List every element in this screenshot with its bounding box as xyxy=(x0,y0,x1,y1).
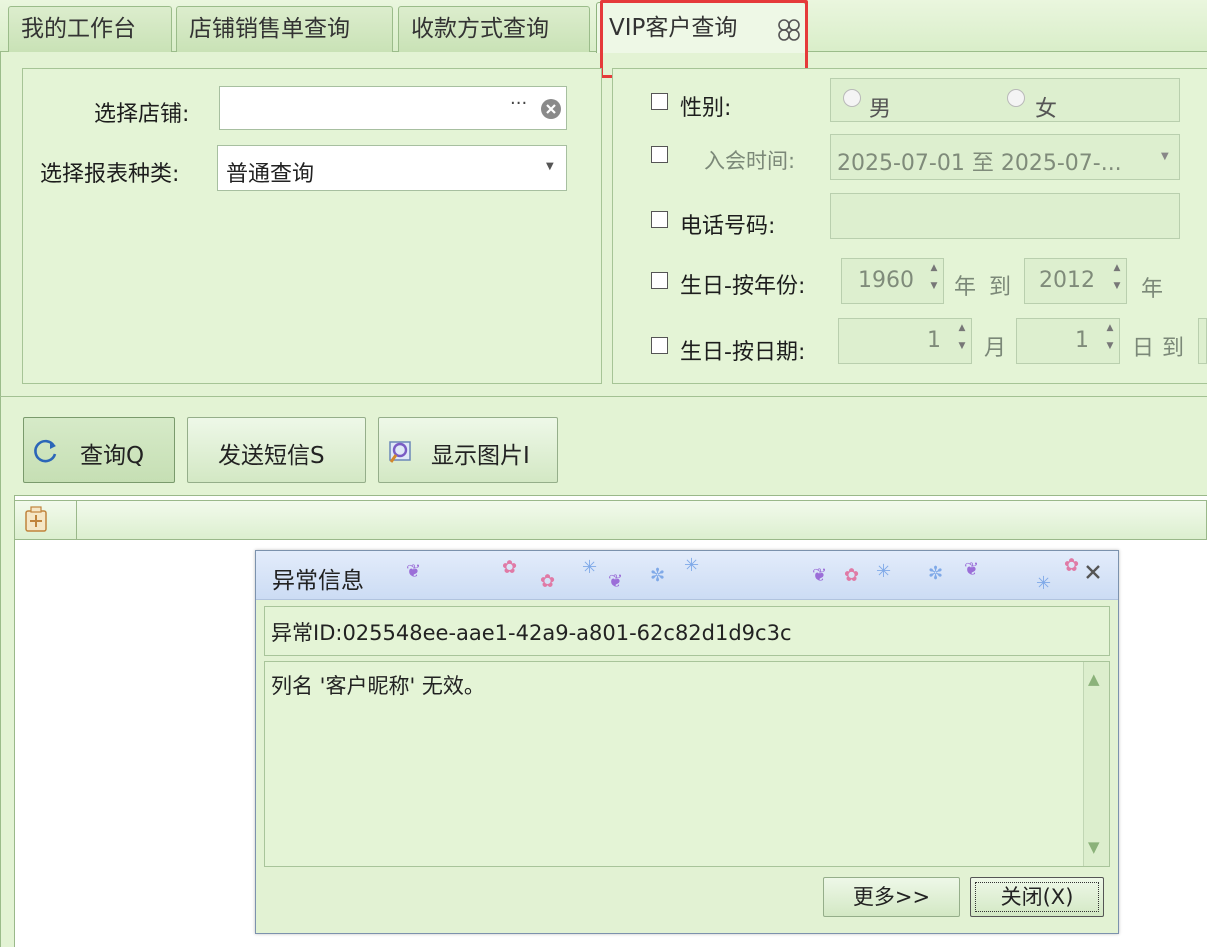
birth-year-checkbox[interactable] xyxy=(651,272,668,289)
birth-date-to-spinner[interactable] xyxy=(1198,318,1207,364)
butterfly-decoration-icon: ❦ xyxy=(406,561,422,582)
vertical-scrollbar[interactable]: ▲ ▼ xyxy=(1083,662,1109,866)
refresh-icon xyxy=(32,437,60,471)
year-unit-label: 年 xyxy=(954,275,977,300)
browse-ellipsis-icon[interactable]: ··· xyxy=(510,93,527,114)
report-type-select[interactable]: 普通查询 ▼ xyxy=(217,145,567,191)
tab-vip-customer-query[interactable]: VIP客户查询 xyxy=(596,2,806,53)
report-type-value: 普通查询 xyxy=(226,162,315,187)
gender-female-label: 女 xyxy=(1035,97,1058,122)
birth-month-value: 1 xyxy=(927,328,941,353)
grid-header xyxy=(14,500,1207,540)
sparkle-decoration-icon: ✳ xyxy=(582,557,598,578)
query-button[interactable]: 查询Q xyxy=(23,417,175,483)
join-date-range[interactable]: 2025-07-01 至 2025-07-... ▼ xyxy=(830,134,1180,180)
dialog-title-bar[interactable]: 异常信息 ❦ ✿ ✿ ✳ ❦ ✼ ✳ ❦ ✿ ✳ ✼ ❦ ✳ ✿ xyxy=(256,551,1118,600)
gender-male-radio[interactable] xyxy=(843,89,861,107)
dialog-title: 异常信息 xyxy=(272,568,364,594)
send-sms-label: 发送短信S xyxy=(218,443,325,469)
clear-icon[interactable] xyxy=(540,98,562,126)
flower-decoration-icon: ✿ xyxy=(540,571,556,592)
to-label: 到 xyxy=(1162,336,1185,361)
year-unit-label: 年 xyxy=(1141,277,1164,302)
month-unit-label: 月 xyxy=(984,336,1007,361)
gender-female-radio[interactable] xyxy=(1007,89,1025,107)
error-id-value: 异常ID:025548ee-aae1-42a9-a801-62c82d1d9c3… xyxy=(271,621,792,645)
error-id-field[interactable]: 异常ID:025548ee-aae1-42a9-a801-62c82d1d9c3… xyxy=(264,606,1110,656)
day-unit-label: 日 xyxy=(1132,336,1155,361)
tab-payment-method-query[interactable]: 收款方式查询 xyxy=(398,6,590,52)
dropdown-arrow-icon[interactable]: ▼ xyxy=(546,161,554,172)
birth-year-label: 生日-按年份: xyxy=(680,274,806,299)
more-button[interactable]: 更多>> xyxy=(823,877,960,917)
spinner-arrows-icon[interactable]: ▲ ▼ xyxy=(1108,259,1126,303)
close-button[interactable]: 关闭(X) xyxy=(970,877,1104,917)
butterfly-decoration-icon: ❦ xyxy=(608,571,624,592)
error-message: 列名 '客户昵称' 无效。 xyxy=(271,674,485,698)
spinner-arrows-icon[interactable]: ▲ ▼ xyxy=(1101,319,1119,363)
gender-label: 性别: xyxy=(680,96,732,121)
flower-decoration-icon: ✿ xyxy=(1064,555,1080,576)
to-label: 到 xyxy=(989,275,1012,300)
phone-label: 电话号码: xyxy=(680,214,776,239)
flower-decoration-icon: ✿ xyxy=(844,565,860,586)
tab-strip: 我的工作台 店铺销售单查询 收款方式查询 VIP客户查询 xyxy=(0,0,1207,53)
show-image-button[interactable]: 显示图片I xyxy=(378,417,558,483)
sparkle-decoration-icon: ✳ xyxy=(876,561,892,582)
spinner-arrows-icon[interactable]: ▲ ▼ xyxy=(953,319,971,363)
flower-decoration-icon: ✿ xyxy=(502,557,518,578)
tab-label: VIP客户查询 xyxy=(609,15,738,41)
phone-input[interactable] xyxy=(830,193,1180,239)
report-type-label: 选择报表种类: xyxy=(40,162,180,187)
store-label: 选择店铺: xyxy=(94,102,190,127)
butterfly-decoration-icon: ❦ xyxy=(964,559,980,580)
dropdown-arrow-icon[interactable]: ▼ xyxy=(1161,151,1169,162)
gender-checkbox[interactable] xyxy=(651,93,668,110)
birth-month-spinner[interactable]: 1 ▲ ▼ xyxy=(838,318,972,364)
join-date-label: 入会时间: xyxy=(704,149,796,173)
scroll-down-icon[interactable]: ▼ xyxy=(1088,838,1100,856)
sparkle-decoration-icon: ✳ xyxy=(684,555,700,576)
send-sms-button[interactable]: 发送短信S xyxy=(187,417,366,483)
scroll-up-icon[interactable]: ▲ xyxy=(1088,670,1100,688)
birth-day-spinner[interactable]: 1 ▲ ▼ xyxy=(1016,318,1120,364)
birth-date-label: 生日-按日期: xyxy=(680,340,806,365)
gender-radio-group: 男 女 xyxy=(830,78,1180,122)
tab-close-icon[interactable] xyxy=(775,3,805,53)
sparkle-decoration-icon: ✳ xyxy=(1036,573,1052,594)
query-button-label: 查询Q xyxy=(80,443,145,469)
birth-day-value: 1 xyxy=(1075,328,1089,353)
butterfly-decoration-icon: ❦ xyxy=(812,565,828,586)
grid-corner xyxy=(15,501,77,539)
phone-checkbox[interactable] xyxy=(651,211,668,228)
image-search-icon xyxy=(387,438,415,472)
show-image-label: 显示图片I xyxy=(431,443,530,469)
tab-store-sales-query[interactable]: 店铺销售单查询 xyxy=(176,6,393,52)
error-message-box[interactable]: 列名 '客户昵称' 无效。 ▲ ▼ xyxy=(264,661,1110,867)
birth-date-checkbox[interactable] xyxy=(651,337,668,354)
sparkle-decoration-icon: ✼ xyxy=(928,563,944,584)
expand-icon[interactable] xyxy=(23,505,49,539)
store-selector[interactable]: ··· xyxy=(219,86,567,130)
exception-dialog: 异常信息 ❦ ✿ ✿ ✳ ❦ ✼ ✳ ❦ ✿ ✳ ✼ ❦ ✳ ✿ 异常ID:02… xyxy=(255,550,1119,934)
birth-year-to-spinner[interactable]: 2012 ▲ ▼ xyxy=(1024,258,1127,304)
birth-year-to-value: 2012 xyxy=(1039,268,1095,293)
gender-male-label: 男 xyxy=(869,97,892,122)
spinner-arrows-icon[interactable]: ▲ ▼ xyxy=(925,259,943,303)
join-date-checkbox[interactable] xyxy=(651,146,668,163)
tab-my-workbench[interactable]: 我的工作台 xyxy=(8,6,172,52)
join-date-value: 2025-07-01 至 2025-07-... xyxy=(837,151,1122,176)
focus-rect xyxy=(975,882,1099,912)
birth-year-from-spinner[interactable]: 1960 ▲ ▼ xyxy=(841,258,944,304)
birth-year-from-value: 1960 xyxy=(858,268,914,293)
dialog-close-icon[interactable] xyxy=(1082,561,1104,589)
divider xyxy=(0,396,1207,397)
sparkle-decoration-icon: ✼ xyxy=(650,565,666,586)
